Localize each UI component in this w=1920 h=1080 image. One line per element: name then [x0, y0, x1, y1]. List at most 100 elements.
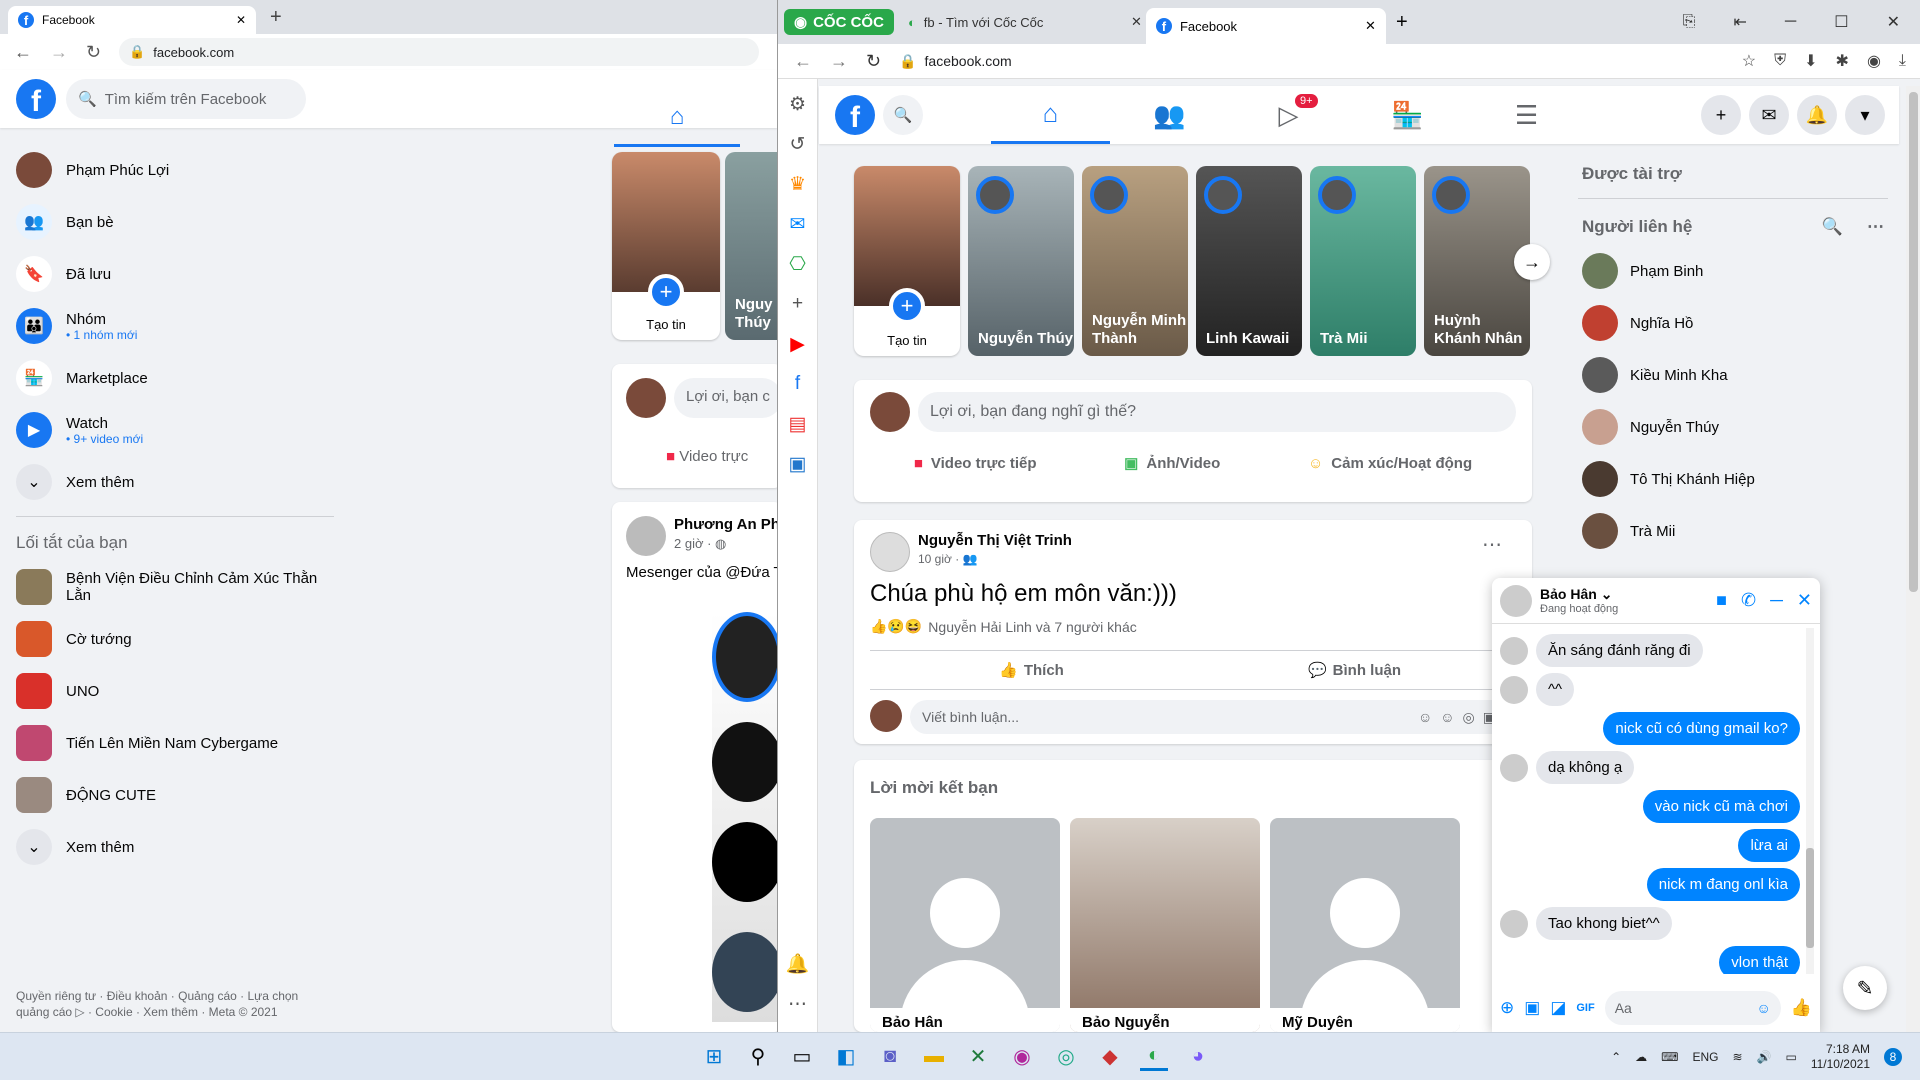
new-message-button[interactable]: ✎ — [1843, 966, 1887, 1010]
sidebar-item-watch[interactable]: ▶ Watch • 9+ video mới — [0, 404, 350, 456]
friend-request-card[interactable]: Bảo Nguyễn — [1070, 818, 1260, 1032]
new-tab-icon[interactable]: + — [270, 6, 282, 29]
sidebar-item-groups[interactable]: 👪 Nhóm • 1 nhóm mới — [0, 300, 350, 352]
notifications-button[interactable]: 🔔 — [1797, 95, 1837, 135]
comment-button[interactable]: 💬 Bình luận — [1193, 661, 1516, 680]
message-input[interactable]: Aa ☺ — [1604, 991, 1781, 1025]
close-icon[interactable]: ✕ — [1797, 590, 1812, 611]
excel-icon[interactable]: ✕ — [964, 1043, 992, 1071]
cloud-icon[interactable]: ☁ — [1635, 1050, 1647, 1064]
feeling-button[interactable]: ☺ Cảm xúc/Hoạt động — [1308, 455, 1472, 472]
facebook-logo-icon[interactable]: f — [16, 79, 56, 119]
forward-arrow-icon[interactable]: → — [830, 51, 848, 72]
search-icon[interactable]: 🔍 — [883, 95, 923, 135]
messenger-button[interactable]: ✉ — [1749, 95, 1789, 135]
video-call-icon[interactable]: ■ — [1716, 590, 1727, 611]
phone-icon[interactable]: ✆ — [1741, 590, 1756, 611]
keyboard-icon[interactable]: ⌨ — [1661, 1050, 1678, 1064]
back-search-input[interactable]: 🔍 Tìm kiếm trên Facebook — [66, 79, 306, 119]
bell-icon[interactable]: 🔔 — [783, 949, 813, 979]
shield-icon[interactable]: ⛨ — [1774, 52, 1786, 70]
story-card[interactable]: Nguyễn Thúy — [968, 166, 1074, 356]
received-message[interactable]: ^^ — [1536, 673, 1575, 706]
discord-icon[interactable]: ◕ — [1184, 1043, 1212, 1071]
contact-item[interactable]: Nguyễn Thúy — [1578, 401, 1888, 453]
back-arrow-icon[interactable]: ← — [794, 51, 812, 72]
reload-icon[interactable]: ↻ — [866, 51, 881, 72]
live-video-button[interactable]: ■ Video trực tiếp — [914, 455, 1037, 472]
composer-input[interactable]: Lợi ơi, bạn đang nghĩ gì thế? — [918, 392, 1516, 432]
coccoc-taskbar-icon[interactable]: ◐ — [1140, 1043, 1168, 1071]
onenote-icon[interactable]: ◉ — [1008, 1043, 1036, 1071]
puzzle-icon[interactable]: ✱ — [1836, 51, 1849, 71]
sidebar-item-marketplace[interactable]: 🏪 Marketplace — [0, 352, 350, 404]
thumbs-up-icon[interactable]: 👍 — [1791, 998, 1812, 1018]
live-video-button[interactable]: ■ Video trực — [666, 448, 748, 465]
teams-icon[interactable]: ◙ — [876, 1043, 904, 1071]
back-in-time-icon[interactable]: ⇤ — [1734, 12, 1747, 32]
contact-item[interactable]: Nghĩa Hồ — [1578, 297, 1888, 349]
sidebar-item-saved[interactable]: 🔖 Đã lưu — [0, 248, 350, 300]
file-explorer-icon[interactable]: ▬ — [920, 1043, 948, 1071]
downloads-icon[interactable]: ⤓ — [1899, 52, 1906, 70]
shortcut-item[interactable]: Bệnh Viện Điều Chỉnh Cảm Xúc Thằn Lằn — [0, 561, 350, 613]
chrome-icon[interactable]: ◎ — [1052, 1043, 1080, 1071]
shortcut-item[interactable]: UNO — [0, 665, 350, 717]
wifi-icon[interactable]: ≋ — [1732, 1050, 1742, 1064]
screenshot-icon[interactable]: ⎘ — [1683, 13, 1696, 31]
chevron-up-icon[interactable]: ⌃ — [1611, 1050, 1621, 1064]
maximize-icon[interactable]: ☐ — [1834, 12, 1848, 32]
account-button[interactable]: ▾ — [1845, 95, 1885, 135]
close-tab-icon[interactable]: ✕ — [236, 13, 246, 27]
emoji-icon[interactable]: ☺ — [1757, 1000, 1771, 1016]
contact-item[interactable]: Tô Thị Khánh Hiệp — [1578, 453, 1888, 505]
sent-message[interactable]: vlon thật — [1719, 946, 1800, 974]
history-icon[interactable]: ↺ — [783, 129, 813, 159]
contact-item[interactable]: Kiều Minh Kha — [1578, 349, 1888, 401]
settings-icon[interactable]: ⚙ — [783, 89, 813, 119]
story-card[interactable]: Nguyễn Minh Thành — [1082, 166, 1188, 356]
story-card[interactable]: Trà Mii — [1310, 166, 1416, 356]
contact-item[interactable]: Trà Mii — [1578, 505, 1888, 557]
avatar[interactable] — [1500, 584, 1532, 617]
back-story-card[interactable]: Nguy Thúy — [725, 152, 777, 340]
profile-icon[interactable]: ◉ — [1867, 51, 1881, 71]
contact-item[interactable]: Phạm Binh — [1578, 245, 1888, 297]
more-options-icon[interactable]: ⋯ — [1482, 532, 1502, 557]
stories-next-button[interactable]: → — [1514, 244, 1550, 280]
story-create[interactable]: + Tạo tin — [854, 166, 960, 356]
front-tab-facebook[interactable]: f Facebook ✕ — [1145, 8, 1386, 44]
minimize-icon[interactable]: ─ — [1770, 590, 1783, 611]
close-window-icon[interactable]: ✕ — [1887, 12, 1900, 32]
new-tab-icon[interactable]: + — [1396, 11, 1408, 34]
sent-message[interactable]: nick cũ có dùng gmail ko? — [1603, 712, 1800, 745]
gamepad-icon[interactable]: ⎔ — [783, 249, 813, 279]
more-options-icon[interactable]: ⋯ — [1867, 217, 1884, 237]
create-button[interactable]: + — [1701, 95, 1741, 135]
back-tab-facebook[interactable]: f Facebook ✕ — [8, 6, 256, 34]
app-icon[interactable]: ◆ — [1096, 1043, 1124, 1071]
scrollbar-thumb[interactable] — [1909, 92, 1918, 592]
battery-icon[interactable]: ▭ — [1785, 1050, 1796, 1064]
back-home-tab[interactable]: ⌂ — [614, 89, 740, 147]
photo-video-button[interactable]: ▣ Ảnh/Video — [1124, 454, 1220, 473]
add-icon[interactable]: + — [783, 289, 813, 319]
comment-input[interactable]: Viết bình luận... ☺☺◎▣ — [910, 700, 1516, 734]
messenger-icon[interactable]: ✉ — [783, 209, 813, 239]
home-tab[interactable]: ⌂ — [991, 86, 1110, 144]
post-reactions[interactable]: 👍😢😆 Nguyễn Hải Linh và 7 người khác — [870, 618, 1137, 635]
gif-icon[interactable]: GIF — [1576, 1002, 1594, 1014]
scrollbar[interactable] — [1906, 86, 1920, 1032]
friend-request-card[interactable]: Bảo Hân — [870, 818, 1060, 1032]
menu-tab[interactable]: ☰ — [1467, 86, 1586, 144]
received-message[interactable]: Tao khong biet^^ — [1536, 907, 1672, 940]
chat-scrollbar[interactable] — [1806, 628, 1814, 974]
search-icon[interactable]: 🔍 — [1822, 217, 1843, 237]
post-author[interactable]: Nguyễn Thị Việt Trinh — [918, 532, 1072, 549]
shortcut-item[interactable]: ĐỘNG CUTE — [0, 769, 350, 821]
front-address-bar[interactable]: 🔒 facebook.com — [899, 53, 1599, 70]
download-icon[interactable]: ⬇ — [1804, 51, 1817, 71]
shortcut-item[interactable]: Cờ tướng — [0, 613, 350, 665]
minimize-icon[interactable]: ─ — [1785, 13, 1796, 31]
shortcut-see-more[interactable]: ⌄ Xem thêm — [0, 821, 350, 873]
